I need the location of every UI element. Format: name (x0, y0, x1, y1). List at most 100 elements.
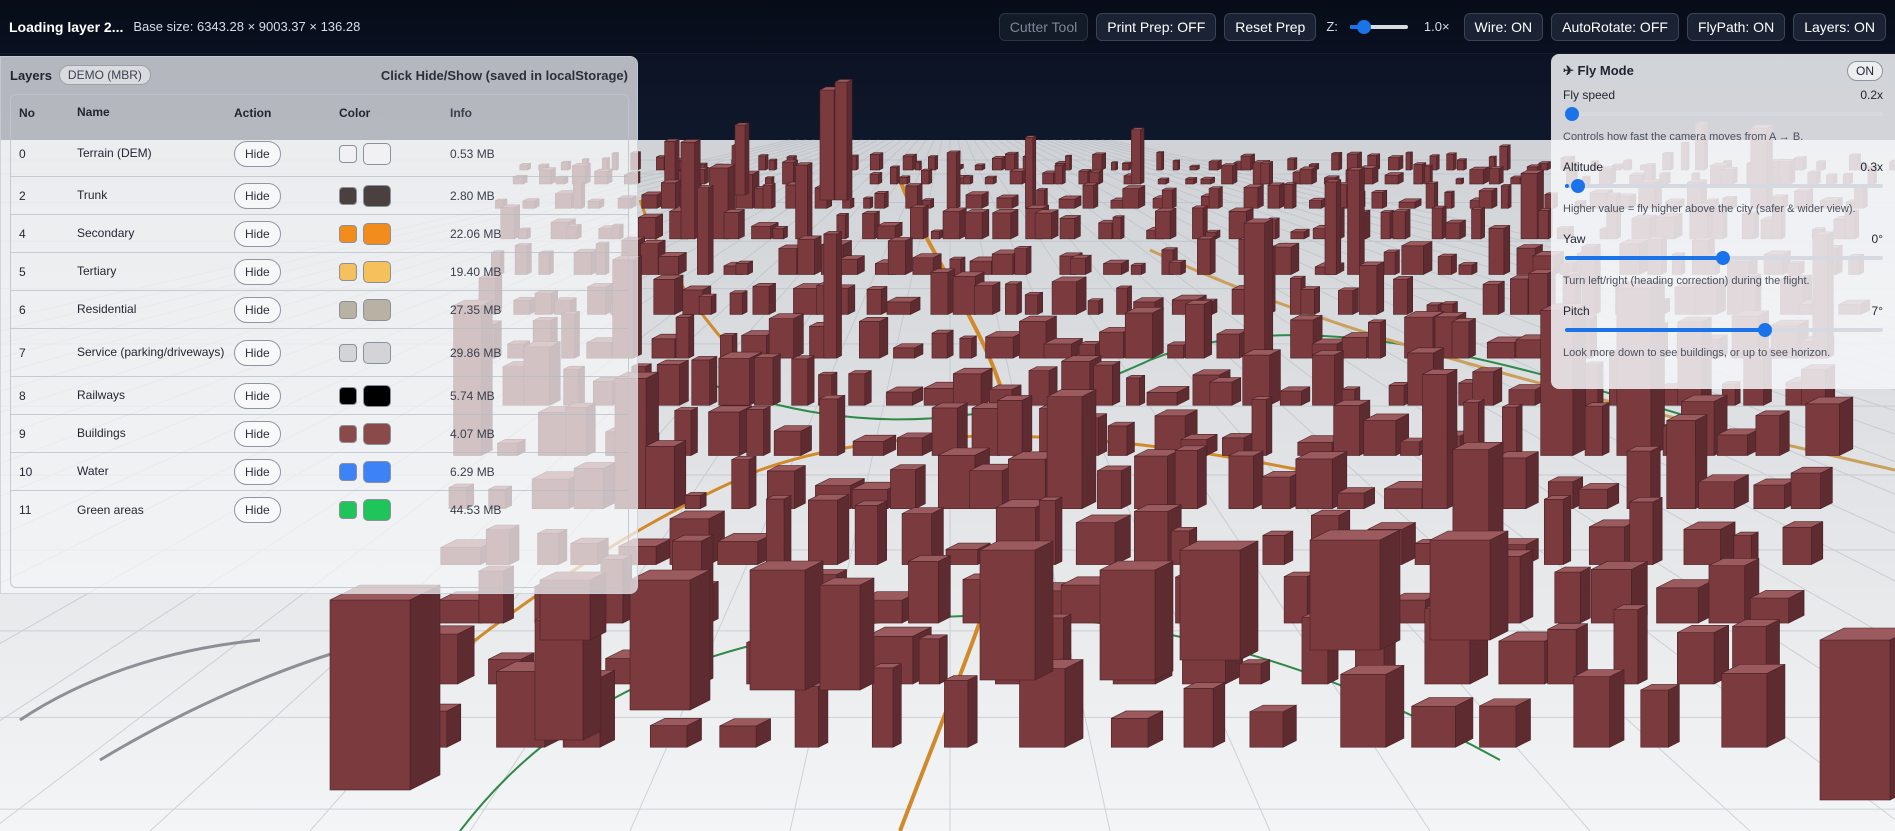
autorotate-toggle[interactable]: AutoRotate: OFF (1551, 12, 1679, 41)
fly-control-slider[interactable] (1563, 322, 1883, 338)
layer-color-cell (339, 177, 439, 214)
layers-table-header: No Name Action Color Info (11, 95, 628, 131)
column-header-no: No (19, 105, 35, 120)
z-scale-slider-thumb[interactable] (1356, 19, 1371, 34)
layer-name: Residential (77, 302, 137, 316)
layer-number: 8 (19, 388, 26, 403)
layer-color-swatch (339, 424, 357, 443)
layer-color-cell (339, 415, 439, 452)
fly-control-slider-thumb[interactable] (1758, 323, 1773, 337)
layer-number: 0 (19, 146, 26, 161)
hide-layer-button[interactable]: Hide (234, 296, 281, 323)
flypath-toggle[interactable]: FlyPath: ON (1686, 12, 1786, 41)
fly-control-value: 0.2x (1860, 88, 1883, 102)
layer-color-picker[interactable] (363, 298, 391, 321)
fly-control-pitch: Pitch 7° Look more down to see buildings, … (1563, 304, 1883, 374)
layer-color-picker[interactable] (363, 460, 391, 483)
hide-layer-button[interactable]: Hide (234, 220, 281, 247)
fly-control-slider-thumb[interactable] (1716, 251, 1730, 265)
layer-row: 0 Terrain (DEM) Hide 0.53 MB (11, 131, 628, 177)
layer-size: 22.06 MB (450, 226, 502, 241)
layer-row: 7 Service (parking/driveways) Hide 29.86 MB (11, 329, 628, 377)
layer-size: 5.74 MB (450, 388, 495, 403)
demo-dataset-chip: DEMO (MBR) (58, 65, 151, 85)
layer-color-picker[interactable] (363, 184, 391, 207)
layer-action-cell: Hide (234, 415, 324, 452)
layer-color-cell (339, 215, 439, 252)
layer-color-cell (339, 131, 439, 176)
base-size-readout: Base size: 6343.28 × 9003.37 × 136.28 (133, 19, 361, 34)
layer-name: Trunk (77, 188, 108, 202)
layer-color-picker[interactable] (363, 260, 391, 283)
fly-mode-toggle[interactable]: ON (1847, 61, 1883, 81)
layer-number: 5 (19, 264, 26, 279)
layer-color-picker[interactable] (363, 422, 391, 445)
layers-table: No Name Action Color Info 0 Terrain (DEM)… (10, 94, 629, 588)
hide-show-hint: Click Hide/Show (saved in localStorage) (380, 67, 628, 83)
layers-panel-header: Layers DEMO (MBR) Click Hide/Show (saved… (1, 57, 637, 93)
layer-color-picker[interactable] (363, 142, 391, 165)
fly-control-slider-thumb[interactable] (1571, 179, 1586, 193)
layer-color-swatch (339, 224, 357, 243)
cutter-tool-button[interactable]: Cutter Tool (998, 12, 1089, 41)
fly-control-label: Pitch (1563, 304, 1590, 318)
layer-row: 5 Tertiary Hide 19.40 MB (11, 253, 628, 291)
wire-toggle[interactable]: Wire: ON (1463, 12, 1544, 41)
layers-toggle[interactable]: Layers: ON (1793, 12, 1886, 41)
layer-row: 9 Buildings Hide 4.07 MB (11, 415, 628, 453)
fly-control-description: Controls how fast the camera moves from … (1563, 131, 1804, 143)
layer-action-cell: Hide (234, 377, 324, 414)
hide-layer-button[interactable]: Hide (234, 382, 281, 409)
layers-title: Layers (10, 67, 52, 83)
layer-color-swatch (339, 462, 357, 481)
hide-layer-button[interactable]: Hide (234, 182, 281, 209)
layer-color-picker[interactable] (363, 384, 391, 407)
fly-control-altitude: Altitude 0.3x Higher value = fly higher ab… (1563, 160, 1883, 230)
hide-layer-button[interactable]: Hide (234, 140, 281, 167)
layer-color-swatch (339, 186, 357, 205)
layer-number: 4 (19, 226, 26, 241)
fly-control-slider[interactable] (1563, 178, 1883, 194)
reset-prep-button[interactable]: Reset Prep (1224, 12, 1317, 41)
z-scale-slider[interactable] (1349, 19, 1408, 34)
fly-control-yaw: Yaw 0° Turn left/right (heading correction… (1563, 232, 1883, 302)
hide-layer-button[interactable]: Hide (234, 497, 281, 523)
layer-color-swatch (339, 386, 357, 405)
layer-size: 27.35 MB (450, 302, 502, 317)
hide-layer-button[interactable]: Hide (234, 339, 281, 366)
layer-size: 19.40 MB (450, 264, 502, 279)
layer-row: 6 Residential Hide 27.35 MB (11, 291, 628, 329)
layer-color-cell (339, 453, 439, 490)
column-header-info: Info (450, 105, 472, 120)
fly-control-slider[interactable] (1563, 250, 1883, 266)
layer-row: 2 Trunk Hide 2.80 MB (11, 177, 628, 215)
fly-control-slider[interactable] (1563, 106, 1883, 122)
hide-layer-button[interactable]: Hide (234, 458, 281, 485)
fly-control-slider-thumb[interactable] (1565, 107, 1579, 121)
fly-control-fly-speed: Fly speed 0.2x Controls how fast the camer… (1563, 88, 1883, 158)
layer-size: 4.07 MB (450, 426, 495, 441)
fly-control-value: 0° (1871, 232, 1883, 246)
layer-size: 0.53 MB (450, 146, 495, 161)
hide-layer-button[interactable]: Hide (234, 258, 281, 285)
column-header-action: Action (234, 105, 272, 120)
fly-control-value: 7° (1871, 304, 1883, 318)
layer-number: 7 (19, 345, 26, 360)
print-prep-toggle[interactable]: Print Prep: OFF (1096, 12, 1217, 41)
layer-color-swatch (339, 144, 357, 163)
layer-color-swatch (339, 343, 357, 362)
layer-color-picker[interactable] (363, 499, 391, 521)
toolbar-controls: Cutter Tool Print Prep: OFF Reset Prep Z… (998, 12, 1886, 41)
layer-action-cell: Hide (234, 491, 324, 529)
fly-control-description: Turn left/right (heading correction) dur… (1563, 275, 1810, 287)
fly-control-label: Yaw (1563, 232, 1586, 246)
layer-color-picker[interactable] (363, 341, 391, 364)
fly-control-label: Fly speed (1563, 88, 1616, 102)
fly-control-description: Look more down to see buildings, or up t… (1563, 347, 1831, 359)
hide-layer-button[interactable]: Hide (234, 420, 281, 447)
layer-color-picker[interactable] (363, 222, 391, 245)
top-toolbar: Loading layer 2... Base size: 6343.28 × … (0, 0, 1895, 54)
layer-color-cell (339, 377, 439, 414)
layer-action-cell: Hide (234, 215, 324, 252)
layer-color-cell (339, 491, 439, 529)
